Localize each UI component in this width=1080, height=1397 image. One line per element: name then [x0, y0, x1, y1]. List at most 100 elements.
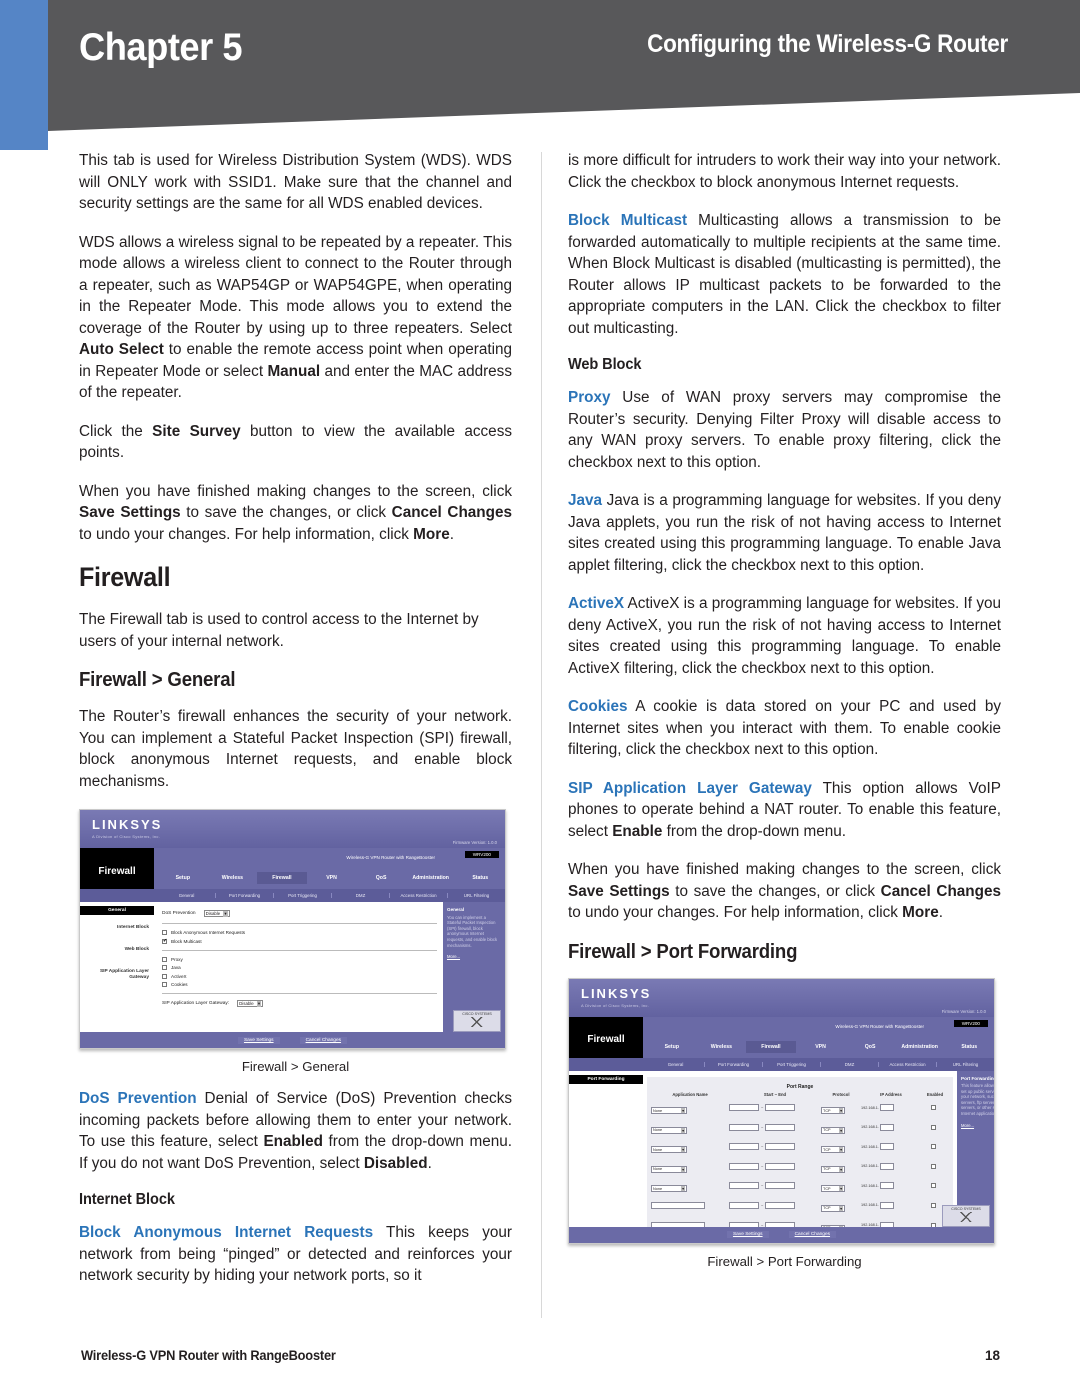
router-subtab-port-forwarding[interactable]: Port Forwarding — [216, 893, 274, 898]
router-tab-setup[interactable]: Setup — [158, 872, 208, 884]
cancel-changes-button[interactable]: Cancel Changes — [788, 1231, 837, 1238]
checkbox-icon[interactable] — [930, 1202, 936, 1208]
router-tab-vpn[interactable]: VPN — [796, 1041, 846, 1053]
router-subtab-url-filtering[interactable]: URL Filtering — [937, 1062, 994, 1067]
router-tab-status[interactable]: Status — [455, 872, 505, 884]
application-name-input[interactable] — [651, 1202, 705, 1210]
application-name-select[interactable]: None ▾ — [651, 1107, 687, 1114]
protocol-cell[interactable]: TCP ▾ — [821, 1118, 861, 1136]
router-tab-qos[interactable]: QoS — [356, 872, 406, 884]
table-row[interactable]: None ▾ ~ TCP ▾ 192.168.1. — [651, 1099, 949, 1117]
application-name-select[interactable]: None ▾ — [651, 1165, 687, 1173]
checkbox-icon[interactable] — [162, 965, 167, 970]
ip-address-cell[interactable]: 192.168.1. — [861, 1182, 921, 1190]
dos-prevention-select[interactable]: Disable ▾ — [203, 910, 230, 917]
application-name-cell[interactable]: None ▾ — [651, 1099, 729, 1117]
ip-address-cell[interactable]: 192.168.1. — [861, 1162, 921, 1170]
save-settings-button[interactable]: Save Settings — [237, 1036, 280, 1044]
router-subtab-port-forwarding[interactable]: Port Forwarding — [705, 1061, 763, 1067]
router-checkbox-row[interactable]: ActiveX — [162, 973, 437, 979]
router-checkbox-row[interactable]: Cookies — [162, 982, 437, 987]
table-row[interactable]: None ▾ ~ TCP ▾ 192.168.1. — [651, 1138, 949, 1156]
router-checkbox-row[interactable]: Block Anonymous Internet Requests — [162, 930, 437, 935]
help-more-link[interactable]: More... — [447, 954, 501, 960]
router-tab-qos[interactable]: QoS — [845, 1041, 895, 1053]
ip-suffix-input[interactable] — [879, 1201, 894, 1209]
protocol-select[interactable]: TCP ▾ — [821, 1204, 845, 1212]
table-row[interactable]: None ▾ ~ TCP ▾ 192.168.1. — [651, 1118, 949, 1136]
router-subtab-dmz[interactable]: DMZ — [332, 893, 390, 898]
checkbox-icon[interactable] — [162, 930, 167, 935]
router-subtab-dmz[interactable]: DMZ — [821, 1061, 879, 1067]
checkbox-icon[interactable] — [930, 1183, 936, 1189]
port-start-input[interactable] — [729, 1182, 759, 1190]
application-name-cell[interactable]: None ▾ — [651, 1157, 729, 1175]
port-start-input[interactable] — [729, 1123, 759, 1131]
port-start-input[interactable] — [729, 1201, 759, 1209]
port-end-input[interactable] — [765, 1201, 796, 1209]
port-end-input[interactable] — [765, 1162, 796, 1170]
checkbox-icon[interactable] — [930, 1144, 936, 1150]
table-row[interactable]: None ▾ ~ TCP ▾ 192.168.1. — [651, 1157, 949, 1175]
router-subtab-general[interactable]: General — [158, 893, 216, 898]
enabled-cell[interactable] — [921, 1105, 949, 1110]
application-name-cell[interactable]: None ▾ — [651, 1177, 729, 1195]
checkbox-icon[interactable] — [162, 956, 167, 962]
checkbox-icon[interactable] — [162, 938, 167, 944]
port-end-input[interactable] — [765, 1104, 796, 1111]
table-row[interactable]: ~ TCP ▾ 192.168.1. — [651, 1196, 949, 1214]
router-checkbox-row[interactable]: Block Multicast — [162, 938, 437, 944]
ip-suffix-input[interactable] — [879, 1143, 894, 1151]
router-tab-administration[interactable]: Administration — [406, 872, 456, 884]
checkbox-icon[interactable] — [930, 1105, 936, 1110]
port-range-cell[interactable]: ~ — [729, 1104, 821, 1111]
ip-suffix-input[interactable] — [879, 1162, 894, 1170]
enabled-cell[interactable] — [921, 1183, 949, 1189]
port-range-cell[interactable]: ~ — [729, 1162, 821, 1170]
router-subtab-general[interactable]: General — [647, 1061, 705, 1067]
application-name-select[interactable]: None ▾ — [651, 1146, 687, 1154]
save-settings-button[interactable]: Save Settings — [726, 1231, 769, 1238]
router-checkbox-row[interactable]: Java — [162, 965, 437, 970]
router-tab-firewall[interactable]: Firewall — [746, 1040, 796, 1053]
port-end-input[interactable] — [765, 1182, 796, 1190]
enabled-cell[interactable] — [921, 1124, 949, 1130]
application-name-cell[interactable] — [651, 1196, 729, 1214]
router-subtabs[interactable]: General Port Forwarding Port Triggering DMZ… — [647, 1061, 994, 1067]
protocol-cell[interactable]: TCP ▾ — [821, 1157, 861, 1175]
ip-suffix-input[interactable] — [879, 1104, 894, 1111]
router-tab-administration[interactable]: Administration — [895, 1041, 945, 1053]
router-subtab-access-restriction[interactable]: Access Restriction — [879, 1061, 937, 1067]
router-subtab-url-filtering[interactable]: URL Filtering — [448, 893, 505, 898]
ip-address-cell[interactable]: 192.168.1. — [861, 1104, 921, 1111]
port-range-cell[interactable]: ~ — [729, 1123, 821, 1131]
ip-address-cell[interactable]: 192.168.1. — [861, 1123, 921, 1131]
protocol-select[interactable]: TCP ▾ — [821, 1107, 845, 1114]
protocol-cell[interactable]: TCP ▾ — [821, 1138, 861, 1156]
protocol-select[interactable]: TCP ▾ — [821, 1185, 845, 1193]
checkbox-icon[interactable] — [162, 973, 167, 979]
router-tab-setup[interactable]: Setup — [647, 1041, 697, 1053]
ip-suffix-input[interactable] — [879, 1182, 894, 1190]
port-range-cell[interactable]: ~ — [729, 1201, 821, 1209]
help-more-link[interactable]: More... — [961, 1123, 994, 1129]
port-end-input[interactable] — [765, 1143, 796, 1151]
router-subtab-port-triggering[interactable]: Port Triggering — [763, 1061, 821, 1067]
protocol-select[interactable]: TCP ▾ — [821, 1165, 845, 1173]
application-name-cell[interactable]: None ▾ — [651, 1118, 729, 1136]
port-start-input[interactable] — [729, 1104, 759, 1111]
protocol-cell[interactable]: TCP ▾ — [821, 1099, 861, 1117]
ip-address-cell[interactable]: 192.168.1. — [861, 1201, 921, 1209]
sip-alg-select[interactable]: Disable ▾ — [237, 1000, 264, 1007]
protocol-cell[interactable]: TCP ▾ — [821, 1177, 861, 1195]
port-range-cell[interactable]: ~ — [729, 1143, 821, 1151]
checkbox-icon[interactable] — [162, 982, 167, 987]
port-end-input[interactable] — [765, 1123, 796, 1131]
router-subtab-access-restriction[interactable]: Access Restriction — [390, 893, 448, 898]
router-tabs[interactable]: Setup Wireless Firewall VPN QoS Administratio… — [647, 1040, 994, 1053]
cancel-changes-button[interactable]: Cancel Changes — [299, 1036, 348, 1044]
router-subtabs[interactable]: General Port Forwarding Port Triggering DMZ… — [158, 893, 505, 898]
application-name-select[interactable]: None ▾ — [651, 1126, 687, 1134]
router-tab-vpn[interactable]: VPN — [307, 872, 357, 884]
port-start-input[interactable] — [729, 1162, 759, 1170]
